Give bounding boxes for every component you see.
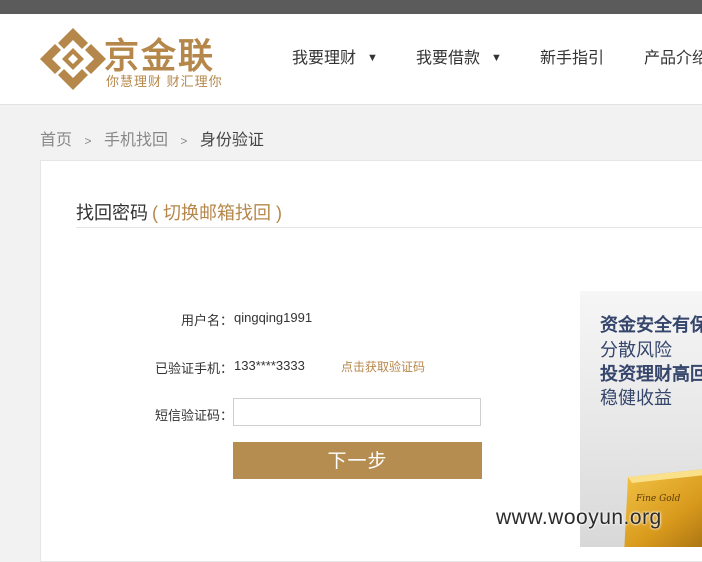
nav-item-label: 新手指引 <box>540 50 605 67</box>
card-title: 找回密码( 切换邮箱找回 ) <box>76 199 282 225</box>
dropdown-caret-icon: ▼ <box>491 52 502 64</box>
get-sms-code-link[interactable]: 点击获取验证码 <box>341 358 425 375</box>
username-value: qingqing1991 <box>234 310 313 325</box>
site-header: 京金联 你慧理财 财汇理你 我要理财 ▼ 我要借款 ▼ 新手指引 产品介绍 <box>0 14 702 105</box>
nav-item-guide[interactable]: 新手指引 <box>540 44 604 68</box>
phone-value: 133****3333 <box>234 358 305 373</box>
promo-line-3: 投资理财高回 <box>600 364 702 384</box>
promo-line-4: 稳健收益 <box>600 388 672 408</box>
username-label: 用户名： <box>180 313 233 328</box>
page-title: 找回密码 <box>76 203 148 223</box>
promo-line-2: 分散风险 <box>600 340 672 360</box>
breadcrumb-phone-recover-link[interactable]: 手机找回 <box>104 132 168 149</box>
watermark-text: www.wooyun.org <box>496 506 662 529</box>
dropdown-caret-icon: ▼ <box>367 52 378 64</box>
phone-label: 已验证手机： <box>154 361 233 376</box>
switch-email-recover-link[interactable]: ( 切换邮箱找回 ) <box>152 203 282 223</box>
next-step-button[interactable]: 下一步 <box>233 442 482 479</box>
breadcrumb: 首页 > 手机找回 > 身份验证 <box>40 126 264 150</box>
title-divider <box>76 227 702 228</box>
breadcrumb-home-link[interactable]: 首页 <box>40 132 72 149</box>
main-nav: 我要理财 ▼ 我要借款 ▼ 新手指引 产品介绍 <box>0 44 702 74</box>
nav-item-invest[interactable]: 我要理财 ▼ <box>292 44 378 68</box>
nav-item-label: 产品介绍 <box>644 50 702 67</box>
nav-item-label: 我要借款 <box>416 50 481 67</box>
sms-code-label: 短信验证码： <box>154 408 233 423</box>
breadcrumb-separator: > <box>84 134 92 148</box>
nav-item-borrow[interactable]: 我要借款 ▼ <box>416 44 502 68</box>
promo-line-1: 资金安全有保 <box>600 315 702 335</box>
gold-bar-text: Fine Gold <box>635 494 681 504</box>
breadcrumb-separator: > <box>180 134 188 148</box>
breadcrumb-current: 身份验证 <box>199 132 264 149</box>
top-strip <box>0 0 702 14</box>
sms-code-input[interactable] <box>233 398 481 426</box>
nav-item-products[interactable]: 产品介绍 <box>644 44 702 68</box>
nav-item-label: 我要理财 <box>292 50 357 67</box>
